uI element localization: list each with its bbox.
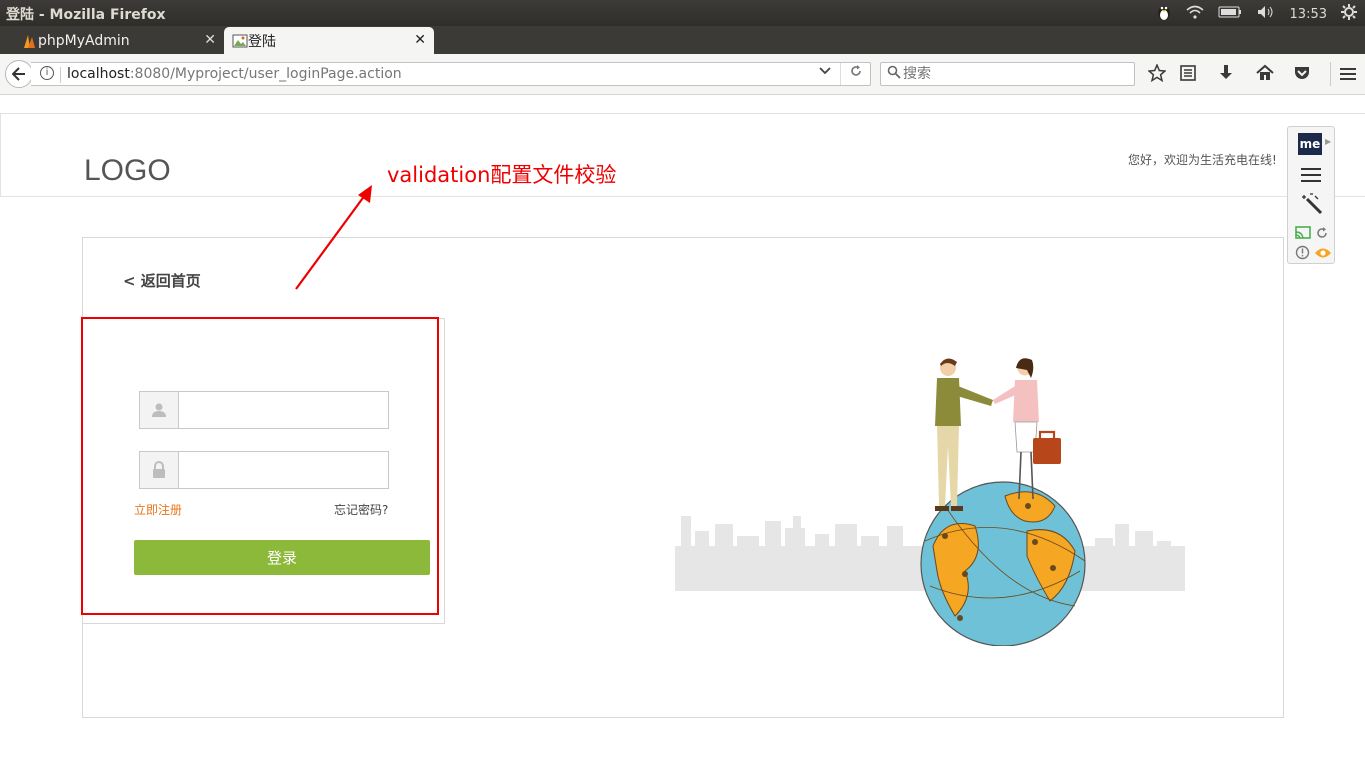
annotation-arrow-icon bbox=[295, 185, 372, 290]
handshake-globe-illustration bbox=[675, 358, 1185, 646]
cast-icon[interactable] bbox=[1295, 226, 1311, 240]
url-bar[interactable]: i localhost:8080/Myproject/user_loginPag… bbox=[31, 62, 871, 86]
back-button[interactable] bbox=[5, 60, 33, 88]
search-icon bbox=[887, 65, 901, 83]
magic-wand-icon[interactable] bbox=[1301, 193, 1323, 215]
close-tab-icon[interactable]: ✕ bbox=[204, 32, 216, 48]
page-favicon-icon bbox=[232, 33, 248, 49]
refresh-icon[interactable] bbox=[1315, 226, 1329, 240]
eye-icon[interactable] bbox=[1314, 247, 1332, 259]
battery-icon[interactable] bbox=[1218, 6, 1242, 22]
site-info-icon[interactable]: i bbox=[40, 66, 54, 80]
site-logo[interactable]: LOGO bbox=[84, 154, 171, 188]
menu-lines-icon[interactable] bbox=[1301, 168, 1321, 182]
url-dropdown-icon[interactable] bbox=[819, 65, 831, 79]
download-icon[interactable] bbox=[1218, 64, 1234, 86]
tab-strip: phpMyAdmin ✕ 登陆 ✕ + bbox=[0, 26, 1365, 78]
tab-login[interactable]: 登陆 ✕ bbox=[224, 27, 434, 54]
extension-toolbar: me ▶ bbox=[1287, 126, 1335, 264]
volume-icon[interactable] bbox=[1256, 5, 1276, 23]
tab-label: phpMyAdmin bbox=[38, 32, 130, 49]
wifi-icon[interactable] bbox=[1186, 5, 1204, 23]
tab-label: 登陆 bbox=[248, 33, 276, 50]
os-top-panel: 登陆 - Mozilla Firefox 13:53 bbox=[0, 0, 1365, 26]
back-home-link[interactable]: < 返回首页 bbox=[123, 270, 201, 291]
reload-icon[interactable] bbox=[840, 63, 870, 85]
reader-list-icon[interactable] bbox=[1180, 64, 1196, 86]
navigation-toolbar: i localhost:8080/Myproject/user_loginPag… bbox=[0, 54, 1365, 95]
pocket-icon[interactable] bbox=[1293, 64, 1311, 86]
system-gear-icon[interactable] bbox=[1341, 4, 1357, 24]
tab-phpmyadmin[interactable]: phpMyAdmin ✕ bbox=[14, 27, 224, 54]
warning-icon[interactable] bbox=[1295, 245, 1310, 260]
welcome-text: 您好，欢迎为生活充电在线! bbox=[1128, 153, 1277, 167]
search-bar[interactable] bbox=[880, 62, 1135, 86]
page-content: LOGO 您好，欢迎为生活充电在线! < 返回首页 立即注册 忘记密码? 登录 bbox=[0, 95, 1365, 759]
phpmyadmin-favicon-icon bbox=[22, 33, 38, 49]
system-tray: 13:53 bbox=[1156, 3, 1357, 25]
back-arrow-icon bbox=[12, 67, 25, 81]
home-icon[interactable] bbox=[1256, 64, 1274, 86]
clock[interactable]: 13:53 bbox=[1290, 7, 1327, 22]
search-input[interactable] bbox=[903, 64, 1131, 84]
divider bbox=[60, 67, 61, 83]
bookmark-star-icon[interactable] bbox=[1147, 63, 1167, 86]
hamburger-menu-icon[interactable] bbox=[1330, 62, 1357, 86]
url-text[interactable]: localhost:8080/Myproject/user_loginPage.… bbox=[67, 66, 402, 82]
annotation-label: validation配置文件校验 bbox=[387, 163, 617, 187]
close-tab-icon[interactable]: ✕ bbox=[414, 32, 426, 48]
penguin-icon[interactable] bbox=[1156, 3, 1172, 25]
site-header: LOGO 您好，欢迎为生活充电在线! bbox=[0, 113, 1365, 197]
extension-me-badge[interactable]: me bbox=[1298, 133, 1322, 155]
annotation-highlight-box bbox=[81, 317, 439, 615]
window-title: 登陆 - Mozilla Firefox bbox=[6, 7, 166, 23]
expand-arrow-icon[interactable]: ▶ bbox=[1325, 137, 1331, 146]
